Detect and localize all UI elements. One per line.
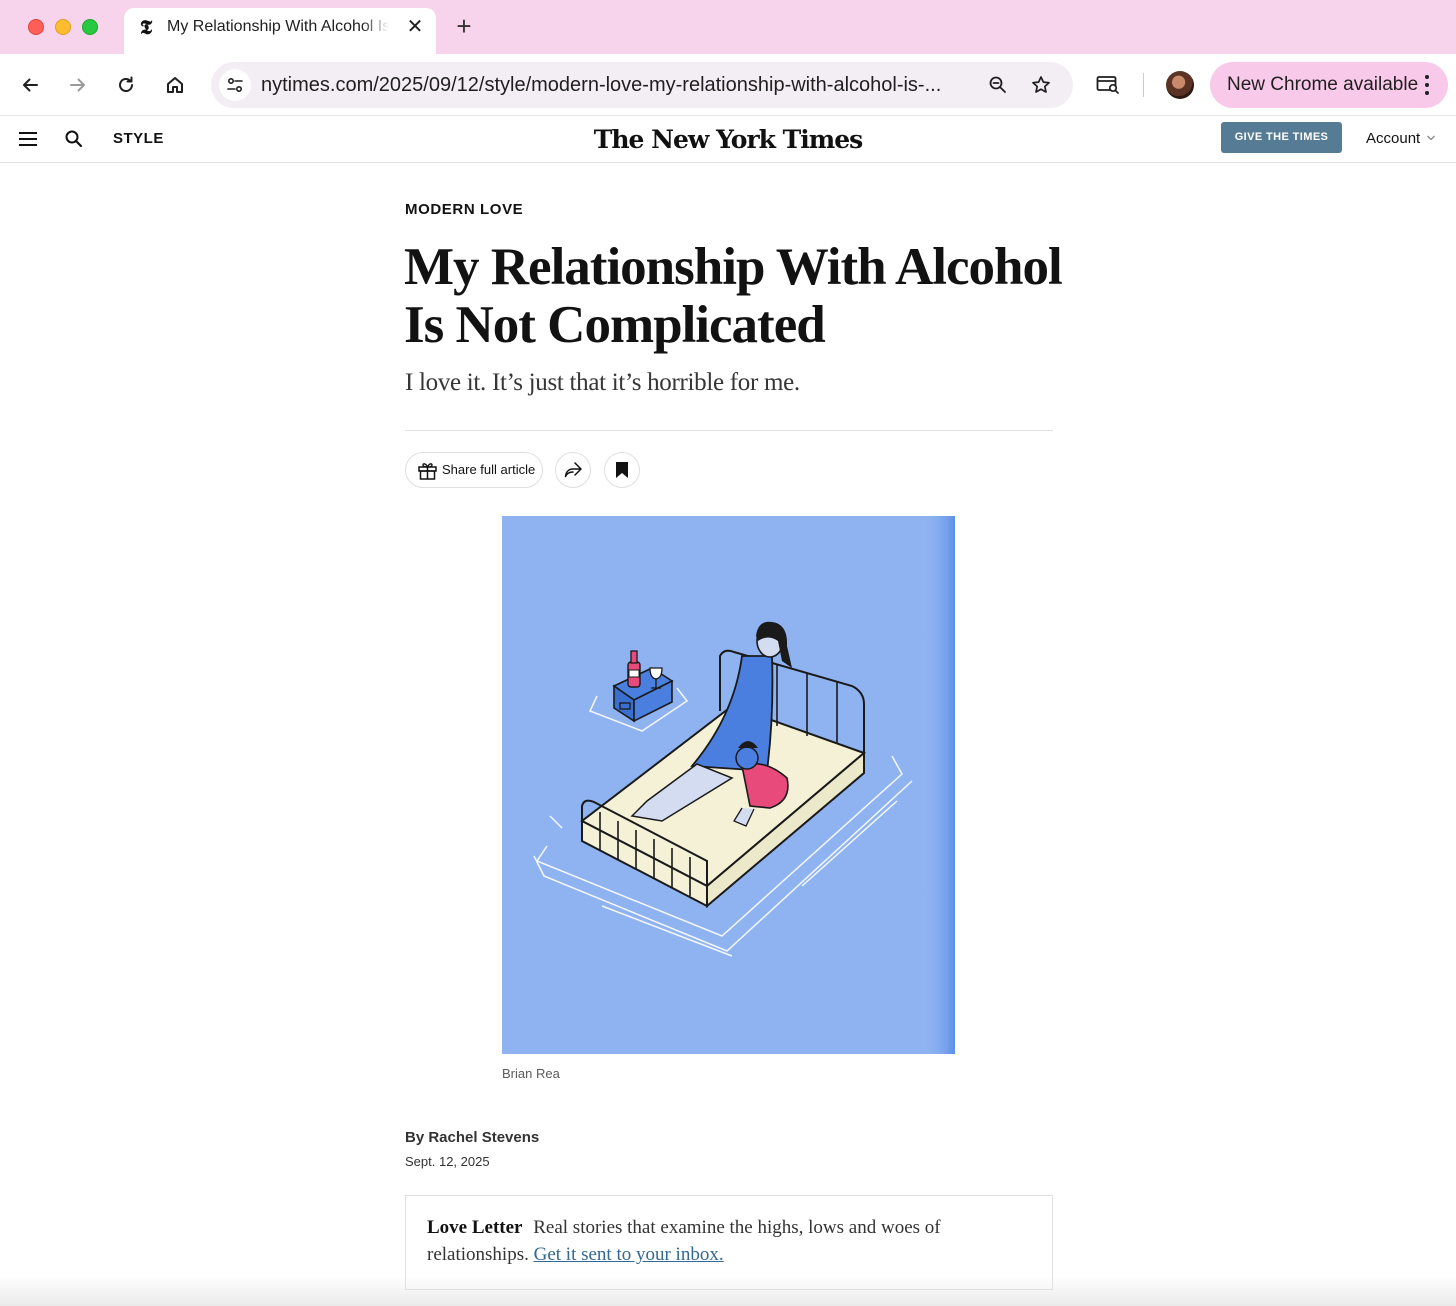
tab-search-button[interactable] xyxy=(1092,69,1124,101)
give-the-times-button[interactable]: GIVE THE TIMES xyxy=(1221,122,1342,153)
article-date: Sept. 12, 2025 xyxy=(405,1154,490,1169)
divider xyxy=(405,430,1053,431)
image-credit: Brian Rea xyxy=(502,1066,560,1081)
hamburger-menu-icon[interactable] xyxy=(19,131,37,147)
back-arrow-icon xyxy=(23,78,38,92)
minimize-window-button[interactable] xyxy=(55,19,71,35)
tab-title: My Relationship With Alcohol Is Not Comp… xyxy=(167,18,389,35)
account-menu[interactable]: Account xyxy=(1366,130,1420,148)
reload-icon xyxy=(119,76,133,92)
newsletter-promo: Love Letter Real stories that examine th… xyxy=(405,1195,1053,1290)
tab-close-icon[interactable]: ✕ xyxy=(404,16,426,38)
share-button[interactable] xyxy=(555,452,591,488)
nyt-t-logo-icon: 𝕿 xyxy=(139,15,153,39)
article-byline[interactable]: By Rachel Stevens xyxy=(405,1129,539,1147)
site-info-icon[interactable] xyxy=(219,69,251,101)
url-text[interactable]: nytimes.com/2025/09/12/style/modern-love… xyxy=(261,74,981,96)
bookmark-star-icon[interactable] xyxy=(1026,70,1056,100)
share-arrow-icon xyxy=(564,462,582,478)
chrome-menu-icon[interactable] xyxy=(1420,73,1434,97)
gift-icon xyxy=(418,463,437,480)
reload-button[interactable] xyxy=(110,69,142,101)
save-article-button[interactable] xyxy=(604,452,640,488)
tab-search-icon xyxy=(1096,76,1119,94)
update-label: New Chrome available xyxy=(1227,74,1419,95)
forward-arrow-icon xyxy=(70,78,85,92)
home-icon xyxy=(167,77,183,93)
article-kicker[interactable]: MODERN LOVE xyxy=(405,201,523,219)
new-tab-button[interactable]: + xyxy=(450,12,478,40)
newsletter-text: Love Letter Real stories that examine th… xyxy=(427,1214,1027,1268)
newsletter-name: Love Letter xyxy=(427,1217,523,1238)
back-button[interactable] xyxy=(14,69,46,101)
section-link[interactable]: STYLE xyxy=(113,130,164,148)
site-header: STYLE The New York Times GIVE THE TIMES … xyxy=(0,117,1456,163)
home-button[interactable] xyxy=(159,69,191,101)
toolbar-divider xyxy=(1143,73,1144,97)
bookmark-icon xyxy=(616,462,628,478)
browser-toolbar: nytimes.com/2025/09/12/style/modern-love… xyxy=(0,54,1456,116)
article-summary: I love it. It’s just that it’s horrible … xyxy=(405,369,800,396)
chevron-down-icon xyxy=(1427,135,1435,141)
newsletter-signup-link[interactable]: Get it sent to your inbox. xyxy=(534,1244,724,1265)
forward-button[interactable] xyxy=(62,69,94,101)
maximize-window-button[interactable] xyxy=(82,19,98,35)
article-headline: My Relationship With Alcohol Is Not Comp… xyxy=(404,238,1063,354)
nyt-logo[interactable]: The New York Times xyxy=(588,121,868,159)
share-label: Share full article xyxy=(442,462,536,477)
address-bar[interactable]: nytimes.com/2025/09/12/style/modern-love… xyxy=(211,62,1073,108)
chrome-update-button[interactable]: New Chrome available xyxy=(1210,62,1448,108)
profile-avatar[interactable] xyxy=(1166,71,1194,99)
browser-tab-strip: 𝕿 My Relationship With Alcohol Is Not Co… xyxy=(0,0,1456,54)
browser-tab-active[interactable]: 𝕿 My Relationship With Alcohol Is Not Co… xyxy=(124,8,436,54)
share-full-article-button[interactable]: Share full article xyxy=(405,452,543,488)
article-illustration xyxy=(502,516,955,1054)
search-icon[interactable] xyxy=(64,129,84,149)
close-window-button[interactable] xyxy=(28,19,44,35)
zoom-icon[interactable] xyxy=(983,70,1013,100)
